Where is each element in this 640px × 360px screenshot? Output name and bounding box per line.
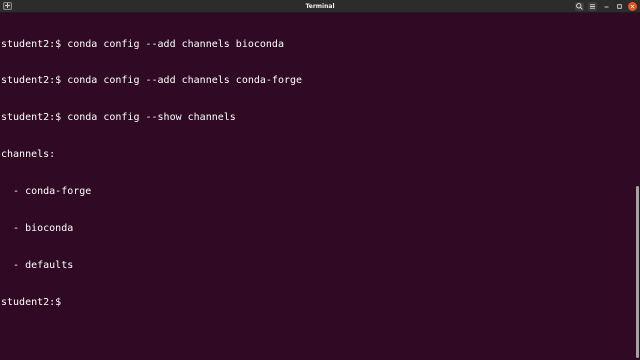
window-title: Terminal [305,3,335,10]
terminal-line: - bioconda [1,223,74,235]
maximize-icon[interactable] [615,2,624,11]
close-icon[interactable] [628,2,637,11]
terminal-line: channels: [1,149,56,161]
terminal-output[interactable]: student2:$ conda config --add channels b… [0,14,636,360]
terminal-line: - defaults [1,259,74,271]
terminal-line: student2:$ conda config --add channels c… [1,75,303,87]
terminal-prompt-line[interactable]: student2:$ [1,297,636,309]
terminal-line: - conda-forge [1,186,92,198]
terminal-window: Terminal student2:$ conda config --add c… [0,0,640,360]
search-icon[interactable] [575,2,584,11]
scrollbar[interactable] [636,186,639,358]
title-bar[interactable]: Terminal [0,0,640,13]
terminal-line: student2:$ conda config --add channels b… [1,38,284,50]
hamburger-menu-icon[interactable] [588,2,597,11]
minimize-icon[interactable] [602,2,611,11]
terminal-line: student2:$ conda config --show channels [1,112,236,124]
